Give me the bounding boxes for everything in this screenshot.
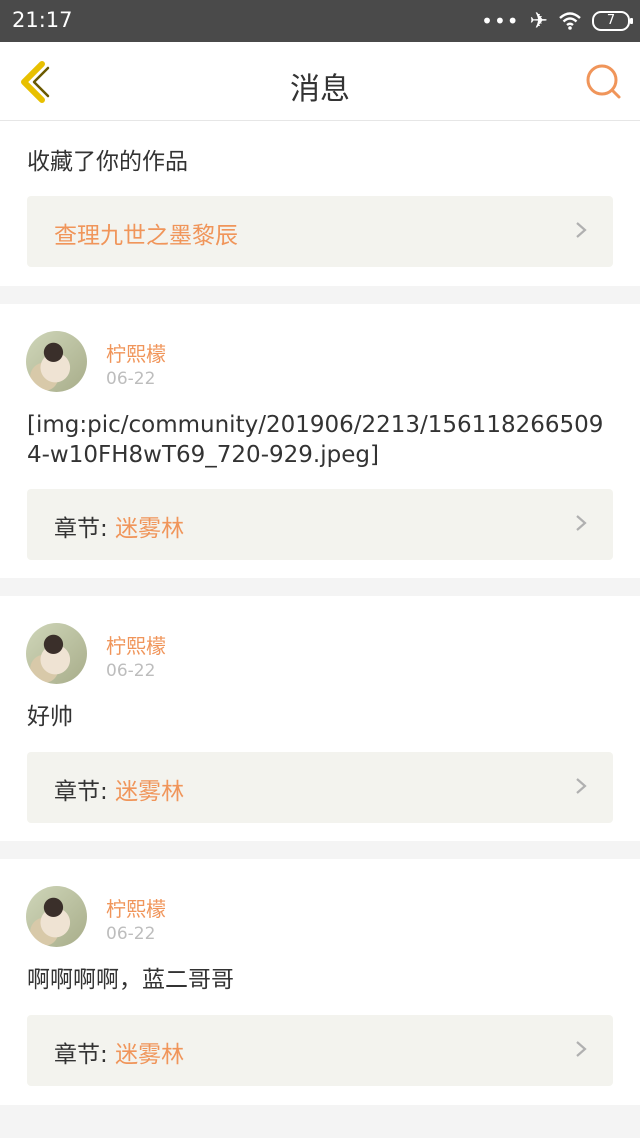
user-name[interactable]: 柠熙檬: [106, 630, 166, 659]
airplane-icon: ✈: [529, 8, 548, 34]
message-card: 柠熙檬 06-22 [img:pic/community/201906/2213…: [0, 304, 640, 578]
message-text: [img:pic/community/201906/2213/156118266…: [27, 412, 604, 468]
chevron-right-icon: [576, 222, 587, 238]
chapter-link-text: 章节: 迷雾林: [54, 772, 184, 806]
message-text: 收藏了你的作品: [27, 149, 188, 175]
avatar[interactable]: [26, 886, 87, 947]
chapter-link[interactable]: 章节: 迷雾林: [27, 752, 613, 823]
chevron-right-icon: [576, 1041, 587, 1057]
chapter-label: 章节:: [54, 516, 108, 542]
message-card: 收藏了你的作品 查理九世之墨黎辰: [0, 121, 640, 286]
user-name[interactable]: 柠熙檬: [106, 893, 166, 922]
user-name[interactable]: 柠熙檬: [106, 338, 166, 367]
status-bar: 21:17 ••• ✈ 7: [0, 0, 640, 42]
status-time: 21:17: [12, 8, 73, 32]
message-list: 收藏了你的作品 查理九世之墨黎辰 柠熙檬 06-22 [img:pic/comm…: [0, 121, 640, 1123]
message-card: 柠熙檬 06-22 好帅 章节: 迷雾林: [0, 596, 640, 841]
chapter-label: 章节:: [54, 1042, 108, 1068]
chapter-link[interactable]: 章节: 迷雾林: [27, 1015, 613, 1086]
work-link[interactable]: 查理九世之墨黎辰: [27, 196, 613, 267]
work-link-title: 查理九世之墨黎辰: [54, 223, 238, 249]
chapter-link[interactable]: 章节: 迷雾林: [27, 489, 613, 560]
chevron-right-icon: [576, 778, 587, 794]
status-icons: ••• ✈ 7: [481, 6, 633, 36]
header: 消息: [0, 42, 640, 121]
avatar[interactable]: [26, 331, 87, 392]
message-text: 啊啊啊啊，蓝二哥哥: [27, 967, 234, 993]
chapter-label: 章节:: [54, 779, 108, 805]
wifi-icon: [559, 12, 581, 30]
page-title: 消息: [290, 72, 350, 107]
battery-icon: 7: [592, 11, 633, 31]
search-icon[interactable]: [584, 62, 624, 102]
message-text: 好帅: [27, 704, 73, 730]
chapter-name: 迷雾林: [115, 779, 185, 805]
chapter-name: 迷雾林: [115, 1042, 185, 1068]
message-date: 06-22: [106, 661, 156, 681]
message-date: 06-22: [106, 924, 156, 944]
chapter-name: 迷雾林: [115, 516, 185, 542]
chapter-link-text: 章节: 迷雾林: [54, 1035, 184, 1069]
battery-level: 7: [606, 13, 616, 28]
message-card: 柠熙檬 06-22 啊啊啊啊，蓝二哥哥 章节: 迷雾林: [0, 859, 640, 1105]
chapter-link-text: 章节: 迷雾林: [54, 509, 184, 543]
avatar[interactable]: [26, 623, 87, 684]
message-date: 06-22: [106, 369, 156, 389]
more-dots-icon: •••: [481, 9, 520, 33]
chevron-right-icon: [576, 515, 587, 531]
